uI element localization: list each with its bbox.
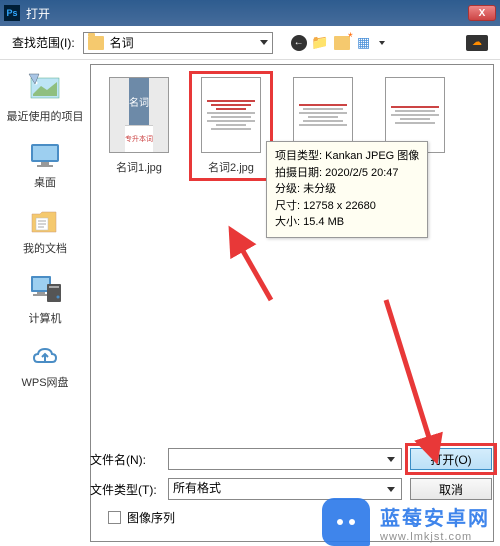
toolbar: 查找范围(I): 名词 ← 📁 ▦ ☁ (0, 26, 500, 60)
mydocs-icon (30, 208, 60, 236)
nav-icons: ← 📁 ▦ (291, 34, 385, 52)
sidebar-label: WPS网盘 (21, 374, 68, 390)
current-folder-name: 名词 (110, 34, 134, 51)
watermark-text: 蓝莓安卓网 www.lmkjst.com (380, 502, 490, 543)
filetype-label: 文件类型(T): (90, 481, 160, 498)
sidebar-item-computer[interactable]: 计算机 (27, 274, 63, 326)
window-title: 打开 (26, 5, 468, 22)
file-item[interactable]: 名词2.jpg (195, 77, 267, 175)
sidebar-label: 最近使用的项目 (7, 108, 84, 124)
filetype-row: 文件类型(T): 所有格式 取消 (90, 478, 492, 500)
filename-input[interactable] (168, 448, 402, 470)
sidebar-item-wps[interactable]: WPS网盘 (21, 344, 68, 390)
file-thumbnail: 名词 专升本词 (109, 77, 169, 153)
file-name: 名词1.jpg (116, 159, 162, 175)
file-item[interactable]: 名词 专升本词 名词1.jpg (103, 77, 175, 175)
lookin-dropdown[interactable]: 名词 (83, 32, 273, 54)
lookin-label: 查找范围(I): (12, 34, 75, 51)
image-sequence-label: 图像序列 (127, 509, 175, 526)
bottom-panel: 文件名(N): 打开(O) 文件类型(T): 所有格式 取消 (90, 448, 492, 500)
file-thumbnail (201, 77, 261, 153)
watermark-logo-icon (322, 498, 370, 546)
filename-row: 文件名(N): 打开(O) (90, 448, 492, 470)
places-sidebar: 最近使用的项目 桌面 我的文档 (0, 60, 90, 546)
cancel-button[interactable]: 取消 (410, 478, 492, 500)
titlebar: Ps 打开 X (0, 0, 500, 26)
file-name: 名词2.jpg (208, 159, 254, 175)
cloud-upload-icon[interactable]: ☁ (466, 35, 488, 51)
sidebar-label: 桌面 (34, 174, 56, 190)
filename-label: 文件名(N): (90, 451, 160, 468)
chevron-down-icon (387, 457, 395, 462)
watermark: 蓝莓安卓网 www.lmkjst.com (322, 498, 490, 546)
wps-cloud-icon (30, 344, 60, 370)
new-folder-icon[interactable] (333, 34, 351, 52)
filetype-dropdown[interactable]: 所有格式 (168, 478, 402, 500)
app-icon: Ps (4, 5, 20, 21)
recent-icon (27, 72, 63, 104)
chevron-down-icon (387, 487, 395, 492)
chevron-down-icon (260, 40, 268, 45)
sidebar-item-desktop[interactable]: 桌面 (29, 142, 61, 190)
annotation-arrow-icon (376, 290, 446, 470)
up-folder-icon[interactable]: 📁 (311, 34, 329, 52)
close-button[interactable]: X (468, 5, 496, 21)
sidebar-item-recent[interactable]: 最近使用的项目 (7, 72, 84, 124)
desktop-icon (29, 142, 61, 170)
image-sequence-checkbox[interactable] (108, 511, 121, 524)
sidebar-item-mydocs[interactable]: 我的文档 (23, 208, 67, 256)
image-sequence-row: 图像序列 (108, 509, 175, 526)
computer-icon (27, 274, 63, 306)
back-icon[interactable]: ← (291, 35, 307, 51)
sidebar-label: 计算机 (29, 310, 62, 326)
file-tooltip: 项目类型: Kankan JPEG 图像 拍摄日期: 2020/2/5 20:4… (266, 141, 428, 238)
view-menu-icon[interactable]: ▦ (355, 34, 373, 52)
folder-icon (88, 36, 104, 50)
sidebar-label: 我的文档 (23, 240, 67, 256)
open-button[interactable]: 打开(O) (410, 448, 492, 470)
chevron-down-icon[interactable] (379, 41, 385, 45)
